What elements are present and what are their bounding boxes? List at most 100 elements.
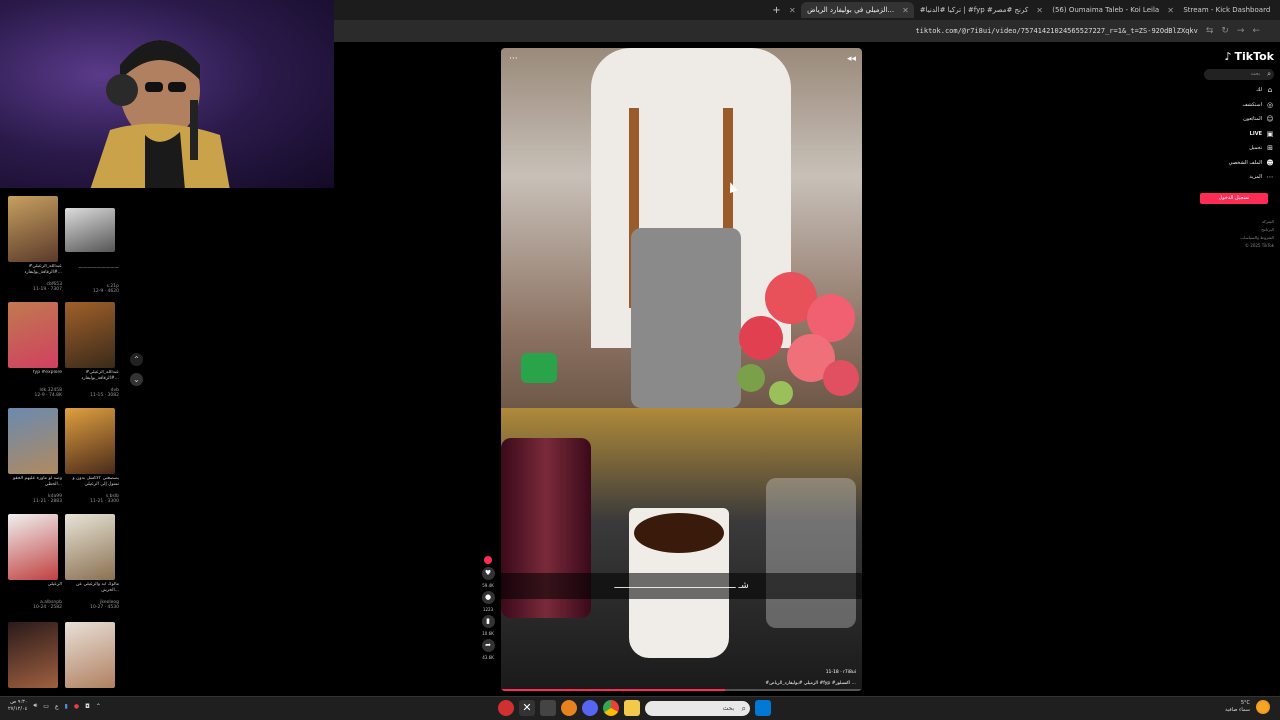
video-stats: 10-24 · 2582	[33, 605, 62, 610]
upload-icon: ⊞	[1267, 144, 1273, 153]
tab-youtube[interactable]: (56) Oumaima Taleb - Koi Leila ✕	[1046, 2, 1177, 18]
video-thumbnail[interactable]	[65, 302, 115, 368]
grid-video-card[interactable]: مالوك ابد والزعيلي عن الخرش... jkeoleog …	[65, 514, 119, 610]
author-avatar[interactable]	[484, 556, 492, 564]
video-caption: —————————	[78, 266, 120, 271]
browser-tabbar: + ✕ الزميلي في بوليفارد الرياض... ✕ #ترك…	[334, 0, 1280, 20]
forward-icon[interactable]: →	[1237, 26, 1245, 36]
grid-video-card[interactable]: وصد لو ماوره عليهم الحقو الحظي... kda99 …	[8, 408, 62, 504]
grid-video-card[interactable]: #عبدالله_الزعيلي #الزقافة_بوليفارد... dv…	[65, 302, 119, 398]
taskbar-search[interactable]: بحث ⌕	[645, 700, 750, 716]
footer-link[interactable]: الشركة	[1194, 218, 1274, 226]
scroll-down-button[interactable]: ⌄	[130, 373, 143, 386]
tiktok-footer: الشركة البرنامج الشروط والسياسات © 2025 …	[1194, 218, 1274, 250]
show-hidden-icons-button[interactable]: ⌃	[96, 703, 101, 710]
nav-label: الملف الشخصي	[1228, 159, 1262, 166]
video-thumbnail[interactable]	[65, 408, 115, 474]
tiktok-nav: لك ⌂ استكشف ◎ المتابَعون ☺ LIVE ▣ تحميل ⊞ الم…	[1194, 83, 1274, 185]
more-options-button[interactable]: ···	[509, 54, 518, 64]
tab-tiktok-2[interactable]: #تركيا #الدنيا | #fyp #كرنج #مصر ✕	[914, 2, 1046, 18]
video-thumbnail[interactable]	[8, 408, 58, 474]
app-tray-icon[interactable]: ◘	[85, 703, 90, 710]
tune-icon[interactable]: ⇆	[1206, 26, 1214, 36]
scroll-up-button[interactable]: ⌃	[130, 353, 143, 366]
video-stats: 11-21 · 2883	[33, 499, 62, 504]
tiktok-logo[interactable]: ♪ TikTok	[1194, 50, 1274, 63]
close-icon[interactable]: ✕	[1167, 6, 1174, 15]
capcut-app-icon[interactable]: ✕	[519, 700, 535, 716]
share-button[interactable]: ➦	[481, 639, 495, 652]
firefox-app-icon[interactable]	[561, 700, 577, 716]
nav-item-following[interactable]: المتابَعون ☺	[1194, 112, 1274, 127]
close-icon[interactable]: ✕	[902, 6, 909, 15]
nav-item-live[interactable]: LIVE ▣	[1194, 127, 1274, 142]
video-thumbnail[interactable]	[65, 208, 115, 252]
obs-app-icon[interactable]	[498, 700, 514, 716]
bottle-cap	[521, 353, 557, 383]
new-tab-button[interactable]: +	[770, 5, 783, 16]
tab-label: Stream - Kick Dashboard	[1183, 6, 1271, 14]
close-icon[interactable]: ✕	[1036, 6, 1043, 15]
video-player[interactable]: ﺷـ ـــــــــــــــــــــــــــــــــــــ…	[501, 48, 862, 691]
video-caption-text: #الزميلي #بوليفارد_الرياض #fyp #اكسبلور …	[765, 681, 856, 686]
video-thumbnail[interactable]	[65, 622, 115, 688]
nav-item-upload[interactable]: تحميل ⊞	[1194, 141, 1274, 156]
grid-video-card[interactable]: #عبدالله_الزعيلي #الزقافة_بوليفارد... cb…	[8, 196, 62, 292]
display-icon[interactable]: ▭	[43, 703, 49, 710]
video-stats: 10-27 · 4530	[90, 605, 119, 610]
nav-item-profile[interactable]: الملف الشخصي ☻	[1194, 156, 1274, 171]
nav-item-more[interactable]: المزيد ⋯	[1194, 170, 1274, 185]
bookmark-button[interactable]: ▮	[481, 615, 495, 628]
chrome-app-icon[interactable]	[603, 700, 619, 716]
video-thumbnail[interactable]	[8, 196, 58, 262]
login-button[interactable]: تسجيل الدخول	[1200, 192, 1268, 204]
task-view-icon[interactable]	[540, 700, 556, 716]
streamer-image	[90, 40, 230, 188]
grid-video-card[interactable]	[8, 622, 62, 688]
video-thumbnail[interactable]	[8, 302, 58, 368]
footer-link[interactable]: البرنامج	[1194, 226, 1274, 234]
clock-date: ٢٧/١٢/٠٤	[8, 706, 28, 712]
sound-icon[interactable]: ◂◂	[847, 54, 856, 64]
mic-icon[interactable]: ▮	[65, 703, 68, 710]
grid-video-card[interactable]: يصصغني 'الاكسل بدون و تسول إلى الزعيلي s…	[65, 408, 119, 504]
close-icon[interactable]: ✕	[789, 6, 796, 15]
file-explorer-icon[interactable]	[624, 700, 640, 716]
taskbar-search-placeholder: بحث	[722, 704, 734, 712]
language-icon[interactable]: ع	[55, 703, 59, 710]
search-icon[interactable]: ⌕	[1267, 69, 1271, 80]
like-button[interactable]: ♥	[481, 567, 495, 580]
reload-icon[interactable]: ↻	[1221, 26, 1229, 36]
url-field[interactable]: tiktok.com/@r7i8ui/video/757414210245655…	[915, 27, 1197, 35]
weather-widget[interactable]: 5°C سماء صافية	[1225, 700, 1270, 714]
video-progress-bar[interactable]	[501, 689, 862, 691]
search-placeholder: بحث	[1250, 71, 1260, 77]
comment-button[interactable]: ●	[481, 591, 495, 604]
windows-start-icon[interactable]	[755, 700, 771, 716]
nav-label: المتابَعون	[1243, 116, 1262, 123]
discord-app-icon[interactable]	[582, 700, 598, 716]
grid-video-card[interactable]	[65, 622, 119, 688]
home-icon: ⌂	[1267, 86, 1273, 95]
video-caption: #عبدالله_الزعيلي #الزقافة_بوليفارد...	[81, 370, 119, 381]
video-thumbnail[interactable]	[8, 514, 58, 580]
sun-icon	[1256, 700, 1270, 714]
nav-item-explore[interactable]: استكشف ◎	[1194, 98, 1274, 113]
video-thumbnail[interactable]	[65, 514, 115, 580]
grid-video-card[interactable]: ————————— s.21p 12-9 · 4620	[65, 208, 119, 294]
video-thumbnail[interactable]	[8, 622, 58, 688]
record-icon[interactable]: ●	[74, 703, 79, 710]
video-author[interactable]: r7i8ui	[843, 670, 856, 675]
tab-kick[interactable]: Stream - Kick Dashboard	[1177, 2, 1280, 18]
back-icon[interactable]: ←	[1252, 26, 1260, 36]
footer-link[interactable]: الشروط والسياسات	[1194, 234, 1274, 242]
tab-video-close[interactable]: ✕	[783, 2, 801, 18]
nav-item-for-you[interactable]: لك ⌂	[1194, 83, 1274, 98]
search-input[interactable]: بحث ⌕	[1204, 69, 1274, 80]
grid-video-card[interactable]: الزعيلي a.albsnpb 10-24 · 2582	[8, 514, 62, 610]
clock[interactable]: ٩:٣٠ ص ٢٧/١٢/٠٤	[8, 699, 27, 713]
tab-tiktok-video[interactable]: الزميلي في بوليفارد الرياض... ✕	[801, 2, 914, 18]
volume-icon[interactable]: 🔊︎	[33, 702, 37, 710]
nav-label: المزيد	[1249, 174, 1262, 181]
grid-video-card[interactable]: fyp #explore ldk.32458 12-9 · 74.8K	[8, 302, 62, 398]
